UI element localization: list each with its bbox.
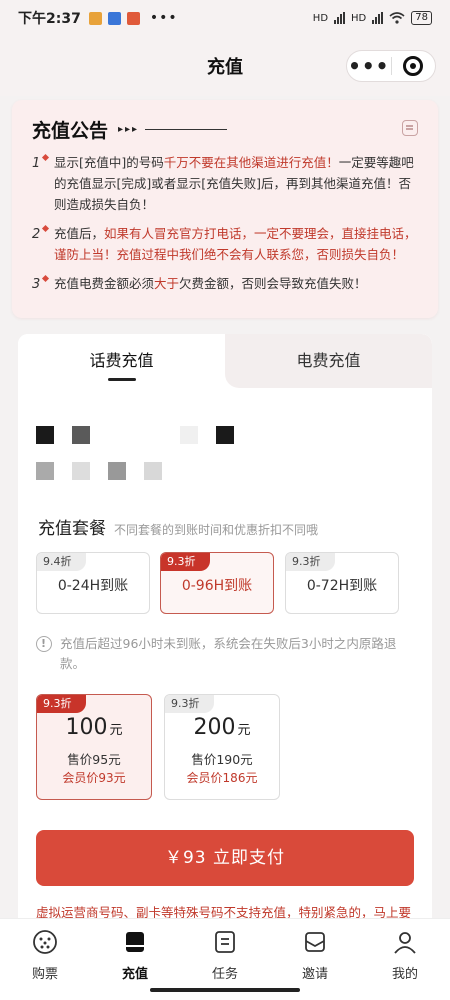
amount-option-selected[interactable]: 9.3折 100 元 售价95元 会员价93元 [36, 694, 152, 800]
nav-label: 邀请 [301, 967, 328, 982]
member-price: 会员价93元 [62, 771, 126, 785]
status-app-icons [88, 11, 140, 25]
amount-option[interactable]: 9.3折 200 元 售价190元 会员价186元 [164, 694, 280, 800]
package-label: 0-24H到账 [57, 578, 129, 594]
status-time: 下午2:37 [18, 11, 81, 27]
wallet-icon [126, 932, 144, 952]
title-bar: 充值 ••• [0, 36, 450, 96]
number-badge: 1 [32, 152, 54, 172]
active-tab-indicator [108, 378, 136, 381]
sale-price: 售价95元 [67, 752, 121, 767]
announcement-text: 显示[充值中]的号码千万不要在其他渠道进行充值！一定要等趣吧的充值显示[完成]或… [54, 155, 414, 212]
user-icon [394, 932, 416, 954]
announcement-card: 充值公告 ▸▸▸ 1 显示[充值中]的号码千万不要在其他渠道进行充值！一定要等趣… [12, 100, 438, 318]
face-value: 200 元 [193, 715, 251, 740]
package-subtitle: 不同套餐的到账时间和优惠折扣不同哦 [114, 523, 319, 537]
battery-icon: 78 [411, 11, 432, 25]
arrows-icon: ▸▸▸ [118, 123, 140, 135]
announcement-item: 1 显示[充值中]的号码千万不要在其他渠道进行充值！一定要等趣吧的充值显示[完成… [32, 152, 422, 215]
status-indicators: HD HD 78 [313, 11, 432, 25]
signal-icon [334, 12, 346, 24]
package-option-selected[interactable]: 9.3折 0-96H到账 [160, 552, 274, 614]
package-header: 充值套餐 不同套餐的到账时间和优惠折扣不同哦 [38, 514, 318, 539]
package-title: 充值套餐 [38, 519, 106, 539]
package-option[interactable]: 9.3折 0-72H到账 [285, 552, 399, 614]
number-badge: 3 [32, 273, 54, 293]
signal-icon [372, 12, 384, 24]
bottom-navigation: 购票 充值 任务 邀请 我的 [0, 918, 450, 1000]
recharge-card: 话费充值 电费充值 充值套餐 不同套餐的到账时间和优惠折扣不同哦 9.4折 0-… [18, 334, 432, 924]
package-label: 0-72H到账 [306, 578, 378, 594]
announcement-text: 充值后，如果有人冒充官方打电话，一定不要理会，直接挂电话，谨防上当！充值过程中我… [54, 226, 417, 262]
member-price: 会员价186元 [186, 771, 258, 785]
refund-tip-text: 充值后超过96小时未到账，系统会在失败后3小时之内原路退款。 [60, 636, 397, 671]
hd-label: HD [351, 12, 367, 24]
discount-tag: 9.3折 [161, 553, 210, 571]
pay-now-button[interactable]: ￥93 立即支付 [36, 830, 414, 886]
status-bar: 下午2:37 ••• HD HD 78 [0, 0, 450, 36]
nav-label: 购票 [31, 967, 58, 982]
nav-label: 充值 [121, 967, 148, 982]
package-label: 0-96H到账 [181, 578, 253, 594]
nav-item-profile[interactable]: 我的 [360, 919, 450, 1000]
close-icon [403, 56, 424, 76]
divider [145, 128, 228, 130]
notification-app-icon [107, 11, 121, 25]
info-icon [36, 634, 52, 654]
refund-tip: 充值后超过96小时未到账，系统会在失败后3小时之内原路退款。 [36, 634, 416, 674]
announcement-item: 2 充值后，如果有人冒充官方打电话，一定不要理会，直接挂电话，谨防上当！充值过程… [32, 223, 422, 265]
phone-number-pixelated[interactable] [36, 426, 252, 444]
announcement-header: 充值公告 ▸▸▸ [32, 114, 422, 144]
list-icon[interactable] [402, 120, 418, 136]
recharge-tabs: 话费充值 电费充值 [18, 334, 432, 388]
phone-number-pixelated [36, 462, 180, 480]
dice-icon [33, 930, 57, 954]
announcement-item: 3 充值电费金额必须大于欠费金额，否则会导致充值失败！ [32, 273, 422, 294]
hd-label: HD [312, 12, 329, 24]
announcement-text: 充值电费金额必须大于欠费金额，否则会导致充值失败！ [54, 276, 367, 291]
home-indicator[interactable] [150, 988, 300, 992]
number-badge: 2 [32, 223, 54, 243]
package-option[interactable]: 9.4折 0-24H到账 [36, 552, 150, 614]
nav-item-tickets[interactable]: 购票 [0, 919, 90, 1000]
page-title: 充值 [207, 57, 243, 78]
mini-program-capsule: ••• [346, 50, 436, 82]
sale-price: 售价190元 [191, 752, 253, 767]
wifi-icon [389, 12, 405, 24]
task-list-icon [215, 931, 235, 953]
discount-tag: 9.3折 [286, 553, 335, 571]
status-more-dots: ••• [149, 10, 178, 26]
discount-tag: 9.3折 [37, 695, 86, 713]
tab-electric-recharge[interactable]: 电费充值 [225, 334, 432, 388]
notification-app-icon [88, 11, 102, 25]
discount-tag: 9.3折 [165, 695, 214, 713]
nav-label: 我的 [391, 967, 418, 982]
discount-tag: 9.4折 [37, 553, 86, 571]
notification-app-icon [126, 11, 140, 25]
face-value: 100 元 [65, 715, 123, 740]
close-button[interactable] [392, 56, 436, 76]
more-button[interactable]: ••• [347, 51, 391, 81]
envelope-icon [305, 932, 325, 952]
nav-label: 任务 [211, 967, 238, 982]
announcement-title: 充值公告 [32, 119, 109, 142]
